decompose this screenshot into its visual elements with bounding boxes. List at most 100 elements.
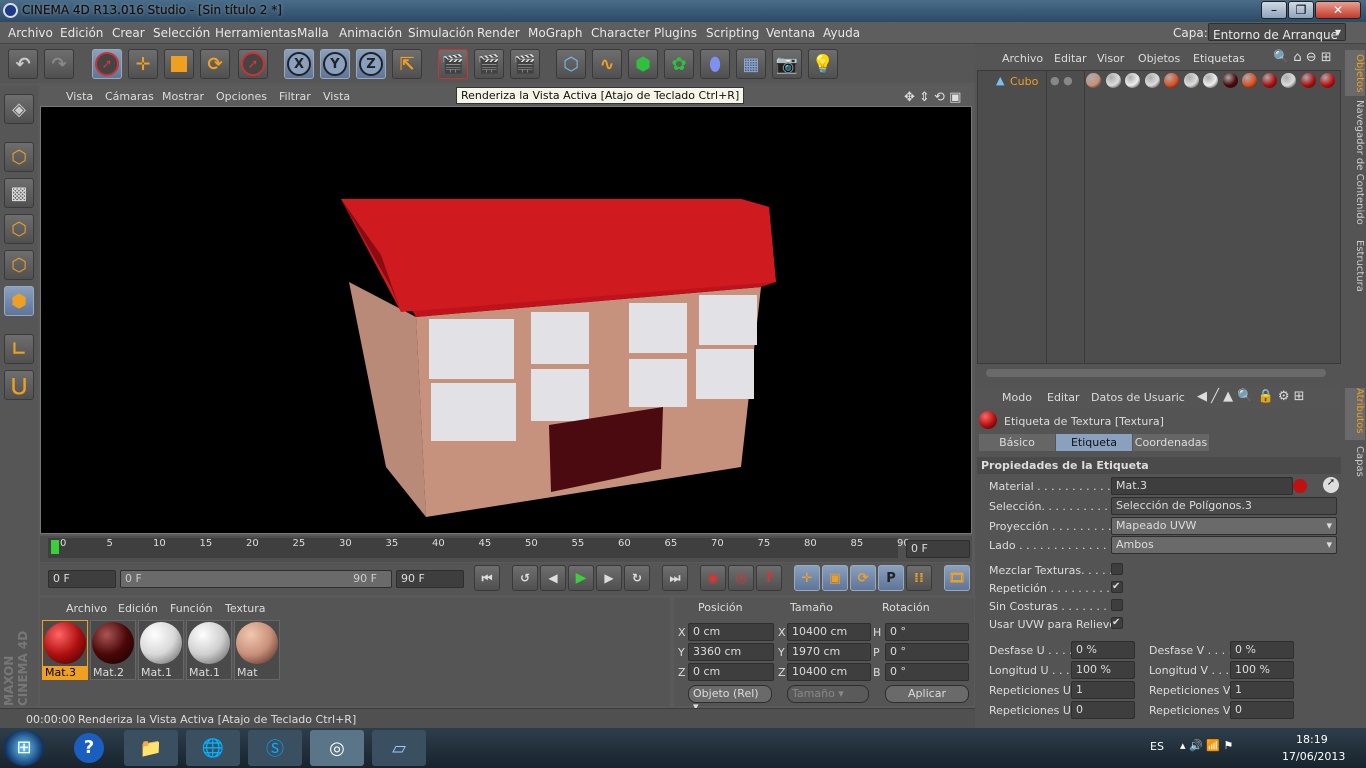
texture-tag-icon[interactable] bbox=[1320, 73, 1335, 88]
texture-tag-icon[interactable] bbox=[1261, 73, 1277, 88]
model-mode-button[interactable]: ⬡ bbox=[4, 142, 34, 172]
keyframe-help-button[interactable]: ? bbox=[756, 565, 782, 591]
texture-tag-icon[interactable] bbox=[1183, 73, 1199, 88]
size-mode-dropdown[interactable]: Tamaño ▾ bbox=[787, 685, 869, 703]
attr-nav-icons[interactable]: ◀ ╱ ▲ 🔍 🔒 ⚙ ⊞ bbox=[1197, 389, 1305, 404]
key-scale-button[interactable]: ▣ bbox=[822, 565, 848, 591]
help-taskbar-icon[interactable]: ? bbox=[62, 730, 116, 766]
apply-button[interactable]: Aplicar bbox=[885, 685, 969, 703]
vp-menu-vista2[interactable]: Vista bbox=[323, 90, 350, 103]
visibility-dots-icon[interactable]: ● ● bbox=[1050, 74, 1073, 87]
horizontal-scrollbar[interactable] bbox=[986, 369, 1326, 377]
texture-tag-icon[interactable] bbox=[1222, 73, 1238, 88]
menu-herramientas[interactable]: Herramientas bbox=[215, 26, 297, 40]
play-button[interactable]: ▶ bbox=[568, 565, 594, 591]
current-frame-field[interactable]: 0 F bbox=[906, 540, 970, 558]
texture-tag-icon[interactable] bbox=[1203, 73, 1218, 88]
maximize-button[interactable]: ❐ bbox=[1288, 1, 1314, 19]
menu-seleccion[interactable]: Selección bbox=[153, 26, 210, 40]
offset-u-field[interactable]: 0 % bbox=[1071, 641, 1135, 659]
material-swatch[interactable]: Mat bbox=[234, 620, 280, 680]
start-frame-field[interactable]: 0 F bbox=[48, 570, 116, 588]
tab-coordenadas[interactable]: Coordenadas bbox=[1133, 434, 1209, 451]
side-tab-navegador[interactable]: Navegador de Contenido bbox=[1345, 100, 1365, 230]
axis-mode-button[interactable]: ∟ bbox=[4, 334, 34, 364]
texture-tag-icon[interactable] bbox=[1164, 73, 1179, 88]
timeline-window-button[interactable]: 🎞 bbox=[944, 565, 970, 591]
texture-tag-icon[interactable] bbox=[1242, 73, 1257, 88]
texture-tag-icon[interactable] bbox=[1281, 73, 1296, 88]
repeat-u-field[interactable]: 1 bbox=[1071, 681, 1135, 699]
spline-button[interactable]: ∿ bbox=[592, 49, 622, 79]
material-swatch[interactable]: Mat.1 bbox=[138, 620, 184, 680]
tray-icons[interactable]: ▴ 🔊 📶 ⚑ bbox=[1180, 739, 1233, 752]
texture-tag-icon[interactable] bbox=[1086, 73, 1101, 88]
timeline[interactable]: 0 5 10 15 20 25 30 35 40 45 50 55 60 65 70 75 80 85 90 0 F bbox=[40, 536, 972, 562]
points-mode-button[interactable]: ⬡ bbox=[4, 214, 34, 244]
length-u-field[interactable]: 100 % bbox=[1071, 661, 1135, 679]
autokey-button[interactable]: ◎ bbox=[728, 565, 754, 591]
cinema4d-taskbar-icon[interactable]: ◎ bbox=[310, 730, 364, 766]
menu-scripting[interactable]: Scripting bbox=[706, 26, 759, 40]
prev-frame-button[interactable]: ◀ bbox=[540, 565, 566, 591]
x-axis-button[interactable]: X bbox=[284, 49, 314, 79]
camera-button[interactable]: 📷 bbox=[772, 49, 802, 79]
menu-crear[interactable]: Crear bbox=[112, 26, 145, 40]
side-tab-estructura[interactable]: Estructura bbox=[1345, 240, 1365, 300]
rotation-p-field[interactable]: 0 ° bbox=[885, 643, 969, 661]
cube-button[interactable]: ⬡ bbox=[556, 49, 586, 79]
menu-simulacion[interactable]: Simulación bbox=[408, 26, 474, 40]
side-tab-capas[interactable]: Capas bbox=[1345, 446, 1365, 486]
projection-dropdown[interactable]: Mapeado UVW ▾ bbox=[1111, 517, 1337, 535]
key-move-button[interactable]: ✛ bbox=[794, 565, 820, 591]
rotation-b-field[interactable]: 0 ° bbox=[885, 663, 969, 681]
offset-v-field[interactable]: 0 % bbox=[1230, 641, 1294, 659]
use-uvw-checkbox[interactable]: ✔ bbox=[1111, 617, 1123, 629]
z-axis-button[interactable]: Z bbox=[356, 49, 386, 79]
texture-tag-icon[interactable] bbox=[1105, 73, 1121, 88]
redo-button[interactable]: ↷ bbox=[44, 49, 74, 79]
menu-character[interactable]: Character bbox=[591, 26, 650, 40]
timeline-ruler[interactable] bbox=[48, 538, 898, 558]
tab-basico[interactable]: Básico bbox=[979, 434, 1055, 451]
layer-dropdown[interactable]: Entorno de Arranque ▾ bbox=[1208, 23, 1346, 42]
coord-system-button[interactable]: ⇱ bbox=[392, 49, 422, 79]
menu-plugins[interactable]: Plugins bbox=[654, 26, 697, 40]
y-axis-button[interactable]: Y bbox=[320, 49, 350, 79]
side-dropdown[interactable]: Ambos ▾ bbox=[1111, 536, 1337, 554]
move-tool-button[interactable]: ✛ bbox=[128, 49, 158, 79]
attr-menu-editar[interactable]: Editar bbox=[1047, 391, 1080, 404]
mix-textures-checkbox[interactable] bbox=[1111, 563, 1123, 575]
clock-date[interactable]: 17/06/2013 bbox=[1282, 750, 1345, 763]
explorer-taskbar-icon[interactable]: 📁 bbox=[124, 730, 178, 766]
playhead[interactable] bbox=[51, 540, 59, 554]
texture-tag-icon[interactable] bbox=[1125, 73, 1140, 88]
next-frame-button[interactable]: ▶ bbox=[596, 565, 622, 591]
snap-button[interactable]: ⋃ bbox=[4, 370, 34, 400]
side-tab-objetos[interactable]: Objetos bbox=[1345, 50, 1365, 96]
vp-menu-mostrar[interactable]: Mostrar bbox=[162, 90, 204, 103]
scale-tool-button[interactable] bbox=[164, 49, 194, 79]
selection-field[interactable]: Selección de Polígonos.3 bbox=[1111, 497, 1337, 515]
seamless-checkbox[interactable] bbox=[1111, 599, 1123, 611]
undo-button[interactable]: ↶ bbox=[8, 49, 38, 79]
deformer-button[interactable]: ⬮ bbox=[700, 49, 730, 79]
mat-menu-funcion[interactable]: Función bbox=[170, 602, 212, 615]
array-button[interactable]: ✿ bbox=[664, 49, 694, 79]
texture-tag-icon[interactable] bbox=[1300, 73, 1316, 88]
menu-render[interactable]: Render bbox=[477, 26, 520, 40]
search-icon[interactable]: 🔍 ⌂ ⊖ ⊞ bbox=[1273, 50, 1332, 65]
obj-menu-editar[interactable]: Editar bbox=[1054, 52, 1087, 65]
light-button[interactable]: 💡 bbox=[808, 49, 838, 79]
render-picture-viewer-button[interactable]: 🎬 bbox=[474, 49, 504, 79]
3d-viewport[interactable] bbox=[40, 106, 972, 534]
skype-taskbar-icon[interactable]: Ⓢ bbox=[248, 730, 302, 766]
language-indicator[interactable]: ES bbox=[1150, 740, 1164, 753]
repeat-v-field[interactable]: 1 bbox=[1230, 681, 1294, 699]
nurbs-button[interactable]: ⬢ bbox=[628, 49, 658, 79]
close-button[interactable]: ✕ bbox=[1315, 1, 1361, 19]
position-x-field[interactable]: 0 cm bbox=[688, 623, 774, 641]
obj-menu-objetos[interactable]: Objetos bbox=[1138, 52, 1180, 65]
key-param-button[interactable]: P bbox=[878, 565, 904, 591]
mat-menu-archivo[interactable]: Archivo bbox=[66, 602, 107, 615]
